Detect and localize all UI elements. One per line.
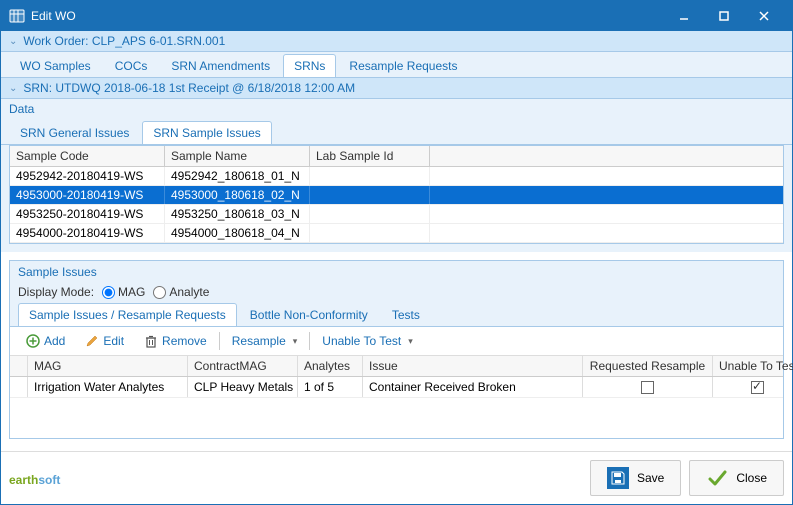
col-lab-sample-id[interactable]: Lab Sample Id [310, 146, 430, 166]
col-sample-name[interactable]: Sample Name [165, 146, 310, 166]
issues-grid: MAG ContractMAG Analytes Issue Requested… [10, 356, 783, 438]
display-mode-row: Display Mode: MAG Analyte [10, 283, 783, 303]
sample-issues-title: Sample Issues [10, 261, 783, 283]
sample-issues-tabs: Sample Issues / Resample Requests Bottle… [10, 303, 783, 327]
mode-analyte-radio[interactable]: Analyte [153, 285, 209, 299]
unable-to-test-checkbox[interactable] [713, 377, 793, 397]
main-tabs: WO Samples COCs SRN Amendments SRNs Resa… [1, 52, 792, 78]
col-issue[interactable]: Issue [363, 356, 583, 376]
data-section-label: Data [1, 99, 792, 119]
tab-cocs[interactable]: COCs [104, 54, 159, 77]
tab-srn-general-issues[interactable]: SRN General Issues [9, 121, 140, 144]
col-unable-to-test[interactable]: Unable To Test [713, 356, 793, 376]
table-row[interactable]: 4953000-20180419-WS 4953000_180618_02_N [10, 186, 783, 205]
mode-mag-radio[interactable]: MAG [102, 285, 145, 299]
col-sample-code[interactable]: Sample Code [10, 146, 165, 166]
tab-wo-samples[interactable]: WO Samples [9, 54, 102, 77]
col-handle [10, 356, 28, 376]
close-button[interactable] [744, 1, 784, 31]
resample-dropdown[interactable]: Resample [224, 331, 306, 351]
footer: earthsoft Save Close [1, 451, 792, 504]
table-row[interactable]: 4952942-20180419-WS 4952942_180618_01_N [10, 167, 783, 186]
tab-sample-issues-resample[interactable]: Sample Issues / Resample Requests [18, 303, 237, 326]
titlebar: Edit WO [1, 1, 792, 31]
col-requested-resample[interactable]: Requested Resample [583, 356, 713, 376]
srn-label: SRN: UTDWQ 2018-06-18 1st Receipt @ 6/18… [23, 81, 355, 95]
tab-srns[interactable]: SRNs [283, 54, 336, 77]
unable-to-test-dropdown[interactable]: Unable To Test [314, 331, 420, 351]
maximize-button[interactable] [704, 1, 744, 31]
plus-icon [26, 334, 40, 348]
edit-button[interactable]: Edit [77, 331, 132, 351]
table-row[interactable]: Irrigation Water Analytes CLP Heavy Meta… [10, 377, 783, 398]
col-analytes[interactable]: Analytes [298, 356, 363, 376]
chevron-down-icon: ⌄ [9, 83, 17, 94]
tab-srn-sample-issues[interactable]: SRN Sample Issues [142, 121, 271, 144]
tab-bottle-nonconformity[interactable]: Bottle Non-Conformity [239, 303, 379, 326]
window-title: Edit WO [31, 9, 664, 23]
requested-resample-checkbox[interactable] [583, 377, 713, 397]
tab-resample-requests[interactable]: Resample Requests [338, 54, 468, 77]
work-order-label: Work Order: CLP_APS 6-01.SRN.001 [23, 34, 225, 48]
sample-issues-panel: Sample Issues Display Mode: MAG Analyte … [9, 260, 784, 439]
tab-srn-amendments[interactable]: SRN Amendments [160, 54, 281, 77]
srn-expander[interactable]: ⌄ SRN: UTDWQ 2018-06-18 1st Receipt @ 6/… [1, 78, 792, 99]
tab-tests[interactable]: Tests [381, 303, 431, 326]
pencil-icon [85, 334, 99, 348]
earthsoft-logo: earthsoft [9, 468, 60, 489]
check-icon [706, 467, 728, 489]
sample-grid: Sample Code Sample Name Lab Sample Id 49… [9, 145, 784, 244]
add-button[interactable]: Add [18, 331, 73, 351]
work-order-expander[interactable]: ⌄ Work Order: CLP_APS 6-01.SRN.001 [1, 31, 792, 52]
remove-button[interactable]: Remove [136, 331, 215, 351]
minimize-button[interactable] [664, 1, 704, 31]
save-icon [607, 467, 629, 489]
col-mag[interactable]: MAG [28, 356, 188, 376]
chevron-down-icon: ⌄ [9, 36, 17, 47]
display-mode-label: Display Mode: [18, 285, 94, 299]
close-button-footer[interactable]: Close [689, 460, 784, 496]
trash-icon [144, 334, 158, 348]
save-button[interactable]: Save [590, 460, 681, 496]
srn-tabs: SRN General Issues SRN Sample Issues [1, 119, 792, 145]
app-icon [9, 8, 25, 24]
table-row[interactable]: 4954000-20180419-WS 4954000_180618_04_N [10, 224, 783, 243]
table-row[interactable]: 4953250-20180419-WS 4953250_180618_03_N [10, 205, 783, 224]
col-contract-mag[interactable]: ContractMAG [188, 356, 298, 376]
issues-toolbar: Add Edit Remove Resample Unable To Test [10, 327, 783, 356]
